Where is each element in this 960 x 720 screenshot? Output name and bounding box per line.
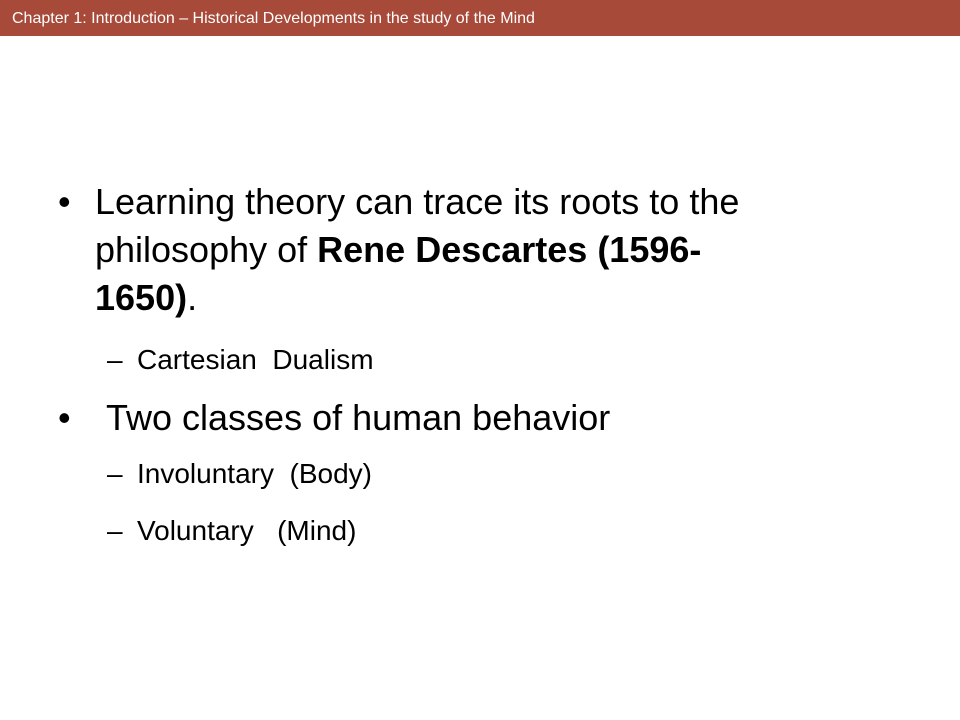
dash-icon: – <box>107 515 123 546</box>
dash-icon: – <box>107 344 123 375</box>
descartes-years-end: 1650) <box>95 277 188 318</box>
descartes-name: Rene Descartes (1596- <box>317 229 702 270</box>
sub-bullet-cartesian-dualism: Cartesian Dualism <box>137 344 374 375</box>
bullet-two-classes: Two classes of human behavior <box>106 397 611 438</box>
sub-bullet-voluntary: Voluntary (Mind) <box>137 515 357 546</box>
bullet-icon: • <box>58 181 71 222</box>
bullet-line-1: Learning theory can trace its roots to t… <box>95 181 740 222</box>
slide-content: • Learning theory can trace its roots to… <box>0 0 960 720</box>
bullet-line-3-period: . <box>187 277 198 318</box>
bullet-line-2-text: philosophy of <box>95 229 318 270</box>
bullet-learning-theory: Learning theory can trace its roots to t… <box>95 178 895 322</box>
bullet-line-3: 1650). <box>95 274 895 322</box>
sub-bullet-involuntary: Involuntary (Body) <box>137 458 372 489</box>
dash-icon: – <box>107 458 123 489</box>
bullet-icon: • <box>58 397 71 438</box>
bullet-line-2: philosophy of Rene Descartes (1596- <box>95 226 895 274</box>
